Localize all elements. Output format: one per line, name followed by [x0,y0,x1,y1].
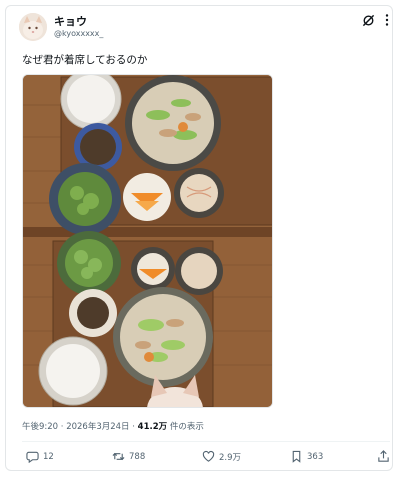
grok-icon[interactable] [362,14,375,27]
more-icon[interactable] [384,13,390,27]
tweet-time[interactable]: 午後9:20 [22,422,58,432]
share-button[interactable] [377,450,390,463]
action-bar: 12 788 2.9万 363 [22,450,392,470]
views-suffix: 件の表示 [169,422,204,432]
retweet-button[interactable]: 788 [112,450,145,463]
bookmark-count: 363 [307,451,324,462]
tweet-date[interactable]: 2026年3月24日 [66,422,129,432]
user-handle[interactable]: @kyoxxxxx_ [54,29,103,38]
avatar[interactable] [19,13,47,41]
tweet-text: なぜ君が着席しておるのか [22,54,148,66]
like-button[interactable]: 2.9万 [202,450,241,463]
views-count: 41.2万 [137,422,168,432]
retweet-count: 788 [129,451,146,462]
reply-button[interactable]: 12 [26,450,54,463]
reply-count: 12 [43,451,54,462]
divider [22,441,390,442]
meta-separator: · [132,422,135,432]
like-icon [202,450,215,462]
bookmark-button[interactable]: 363 [290,450,323,463]
reply-icon [26,451,39,463]
meta-separator: · [60,422,64,432]
tweet-meta: 午後9:20 · 2026年3月24日 · 41.2万 件の表示 [22,420,204,432]
share-icon [378,450,389,462]
bookmark-icon [292,450,301,463]
retweet-icon [112,452,125,461]
like-count: 2.9万 [219,452,242,463]
tweet-photo[interactable] [22,74,273,408]
display-name[interactable]: キョウ [54,13,87,29]
